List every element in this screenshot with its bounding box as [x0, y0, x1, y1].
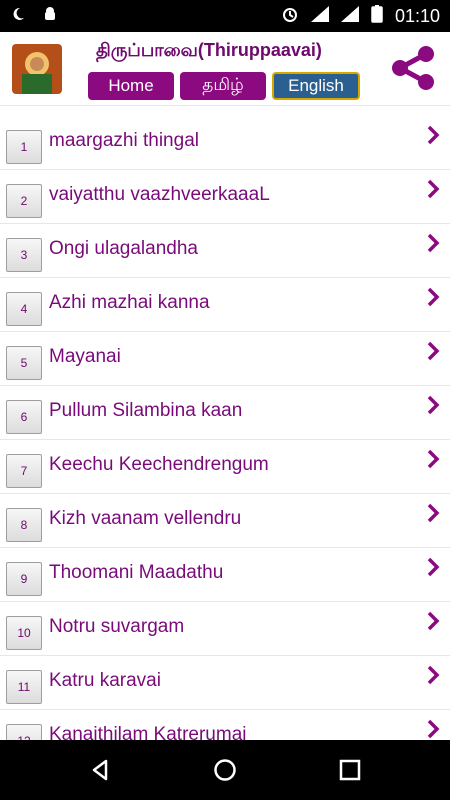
tab-bar: Home தமிழ் English [88, 72, 360, 100]
chevron-right-icon [427, 125, 440, 145]
chevron-right-icon [427, 665, 440, 685]
list-item[interactable]: 11 Katru karavai [0, 656, 450, 710]
signal-icon [310, 6, 329, 26]
chevron-right-icon [427, 341, 440, 361]
item-number: 7 [6, 454, 42, 488]
chevron-right-icon [427, 395, 440, 415]
list-item[interactable]: 4 Azhi mazhai kanna [0, 278, 450, 332]
app-logo [12, 44, 62, 94]
alarm-icon [281, 5, 299, 27]
chevron-right-icon [427, 611, 440, 631]
item-number: 5 [6, 346, 42, 380]
app-header: திருப்பாவை(Thiruppaavai) Home தமிழ் Engl… [0, 32, 450, 106]
item-title: Thoomani Maadathu [49, 562, 224, 583]
page-title: திருப்பாவை(Thiruppaavai) [96, 40, 322, 60]
chevron-right-icon [427, 557, 440, 577]
item-title: vaiyatthu vaazhveerkaaaL [49, 184, 270, 205]
tab-home[interactable]: Home [88, 72, 174, 100]
chevron-right-icon [427, 503, 440, 523]
android-icon [42, 6, 58, 26]
chevron-right-icon [427, 233, 440, 253]
tab-english[interactable]: English [272, 72, 360, 100]
signal-icon [340, 6, 359, 26]
item-title: Azhi mazhai kanna [49, 292, 210, 313]
item-number: 1 [6, 130, 42, 164]
tab-tamil[interactable]: தமிழ் [180, 72, 266, 100]
list-item[interactable]: 7 Keechu Keechendrengum [0, 440, 450, 494]
chevron-right-icon [427, 719, 440, 739]
chevron-right-icon [427, 179, 440, 199]
item-number: 3 [6, 238, 42, 272]
list-item[interactable]: 1 maargazhi thingal [0, 116, 450, 170]
item-title: Ongi ulagalandha [49, 238, 198, 259]
list-item[interactable]: 12 Kanaithilam Katrerumai [0, 710, 450, 740]
item-title: Mayanai [49, 346, 121, 367]
recents-icon[interactable] [320, 740, 380, 800]
item-title: maargazhi thingal [49, 130, 199, 151]
item-title: Kanaithilam Katrerumai [49, 724, 247, 740]
list-item[interactable]: 9 Thoomani Maadathu [0, 548, 450, 602]
item-number: 8 [6, 508, 42, 542]
list-item[interactable]: 5 Mayanai [0, 332, 450, 386]
home-icon[interactable] [195, 740, 255, 800]
item-number: 4 [6, 292, 42, 326]
item-title: Notru suvargam [49, 616, 185, 637]
chevron-right-icon [427, 287, 440, 307]
pasuram-list: 1 maargazhi thingal 2 vaiyatthu vaazhvee… [0, 116, 450, 740]
back-icon[interactable] [70, 740, 130, 800]
item-title: Kizh vaanam vellendru [49, 508, 242, 529]
item-number: 9 [6, 562, 42, 596]
item-number: 12 [6, 724, 42, 740]
list-item[interactable]: 8 Kizh vaanam vellendru [0, 494, 450, 548]
clock: 01:10 [394, 5, 440, 26]
item-number: 2 [6, 184, 42, 218]
item-title: Pullum Silambina kaan [49, 400, 243, 421]
item-title: Keechu Keechendrengum [49, 454, 269, 475]
list-item[interactable]: 3 Ongi ulagalandha [0, 224, 450, 278]
navigation-bar [0, 740, 450, 800]
item-number: 10 [6, 616, 42, 650]
chevron-right-icon [427, 449, 440, 469]
list-item[interactable]: 2 vaiyatthu vaazhveerkaaaL [0, 170, 450, 224]
item-number: 11 [6, 670, 42, 704]
list-item[interactable]: 6 Pullum Silambina kaan [0, 386, 450, 440]
battery-icon [371, 5, 383, 27]
share-icon[interactable] [388, 44, 438, 92]
moon-icon [10, 6, 26, 26]
list-item[interactable]: 10 Notru suvargam [0, 602, 450, 656]
status-bar: 01:10 [0, 0, 450, 32]
item-title: Katru karavai [49, 670, 161, 691]
item-number: 6 [6, 400, 42, 434]
